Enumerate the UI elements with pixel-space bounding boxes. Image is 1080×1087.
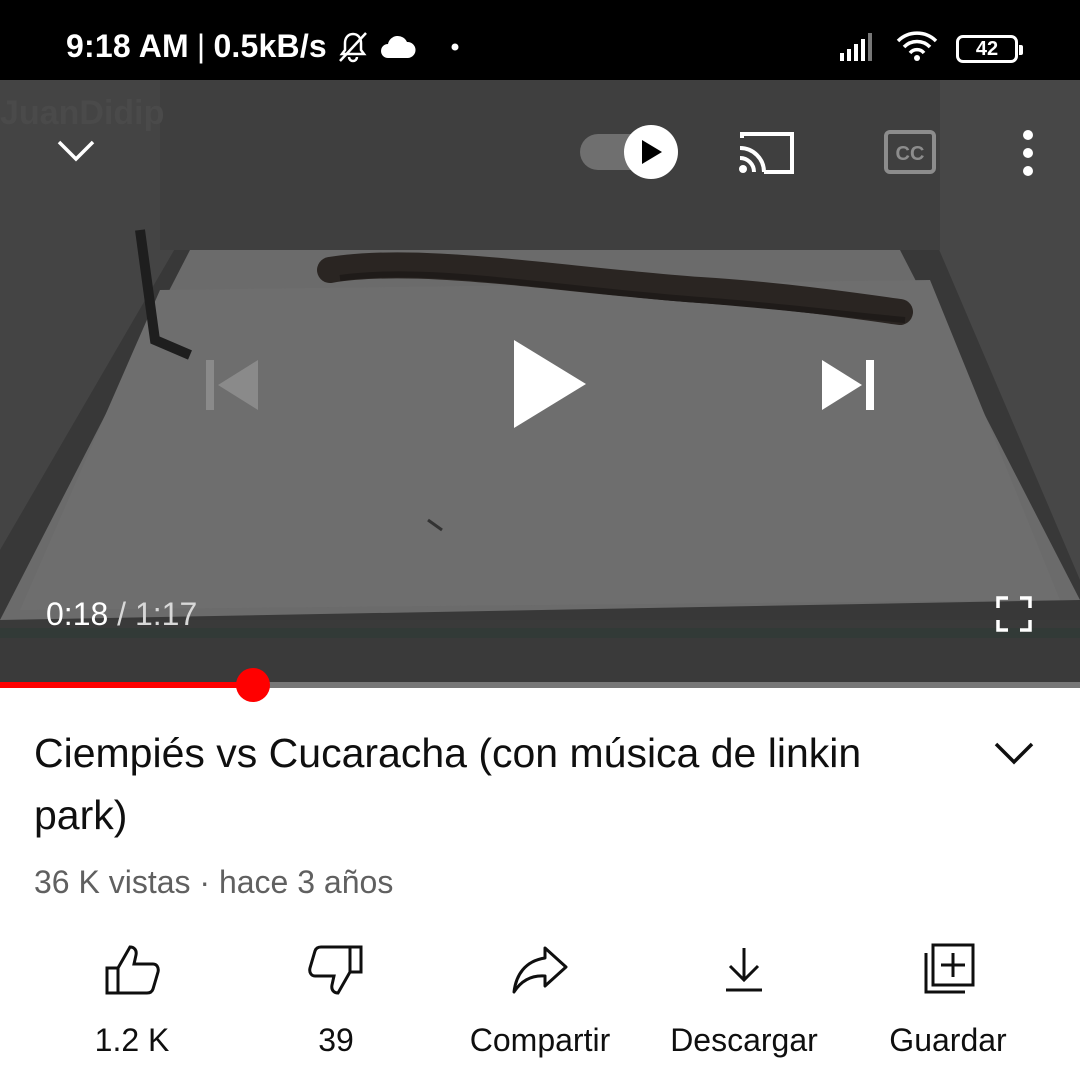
next-icon[interactable] [820,358,876,417]
notification-dot-icon [451,43,459,51]
thumbs-up-icon [32,930,232,1010]
save-playlist-add-icon [848,930,1048,1010]
video-meta: 36 K vistas · hace 3 años [34,864,394,900]
watermark: JuanDidip [0,94,164,132]
cloud-icon [379,34,417,60]
video-title: Ciempiés vs Cucaracha (con música de lin… [34,730,862,838]
captions-icon[interactable]: CC [884,130,936,179]
time-separator: / [117,596,127,632]
cast-icon[interactable] [738,130,794,179]
autoplay-toggle[interactable] [578,124,680,185]
duration: 1:17 [134,596,198,632]
download-icon [644,930,844,1010]
like-count: 1.2 K [94,1022,170,1058]
more-options-icon[interactable] [1018,130,1038,181]
share-button[interactable]: Compartir [440,930,640,1059]
status-time: 9:18 AM [66,28,189,64]
time-display: 0:18 / 1:17 [46,596,197,633]
share-arrow-icon [440,930,640,1010]
action-bar: 1.2 K 39 Compartir Descargar Guardar [0,930,1080,1070]
network-speed: 0.5kB/s [213,28,327,64]
status-right: 42 [838,30,1023,67]
progress-bar[interactable] [0,668,1080,702]
share-label: Compartir [469,1022,611,1058]
wifi-icon [896,30,938,67]
previous-icon[interactable] [204,358,260,417]
status-separator: | [196,28,206,64]
status-left: 9:18 AM | 0.5kB/s [66,28,459,65]
download-label: Descargar [670,1022,818,1058]
fullscreen-icon[interactable] [996,596,1032,637]
save-label: Guardar [889,1022,1007,1058]
progress-scrubber[interactable] [235,668,270,702]
svg-text:CC: CC [896,143,925,165]
play-icon[interactable] [512,338,588,435]
progress-fill [0,682,253,688]
expand-description-chevron-icon[interactable] [992,734,1036,774]
current-time: 0:18 [46,596,109,632]
dislike-count: 39 [318,1022,354,1058]
video-player[interactable]: JuanDidip CC 0:18 / 1:17 [0,80,1080,684]
battery-indicator: 42 [956,34,1023,63]
signal-icon [838,31,878,66]
mute-bell-icon [335,29,371,65]
dislike-button[interactable]: 39 [236,930,436,1059]
status-bar: 9:18 AM | 0.5kB/s 42 [0,0,1080,80]
thumbs-down-icon [236,930,436,1010]
minimize-chevron-icon[interactable] [56,138,96,169]
like-button[interactable]: 1.2 K [32,930,232,1059]
download-button[interactable]: Descargar [644,930,844,1059]
save-button[interactable]: Guardar [848,930,1048,1059]
battery-level: 42 [975,37,999,60]
